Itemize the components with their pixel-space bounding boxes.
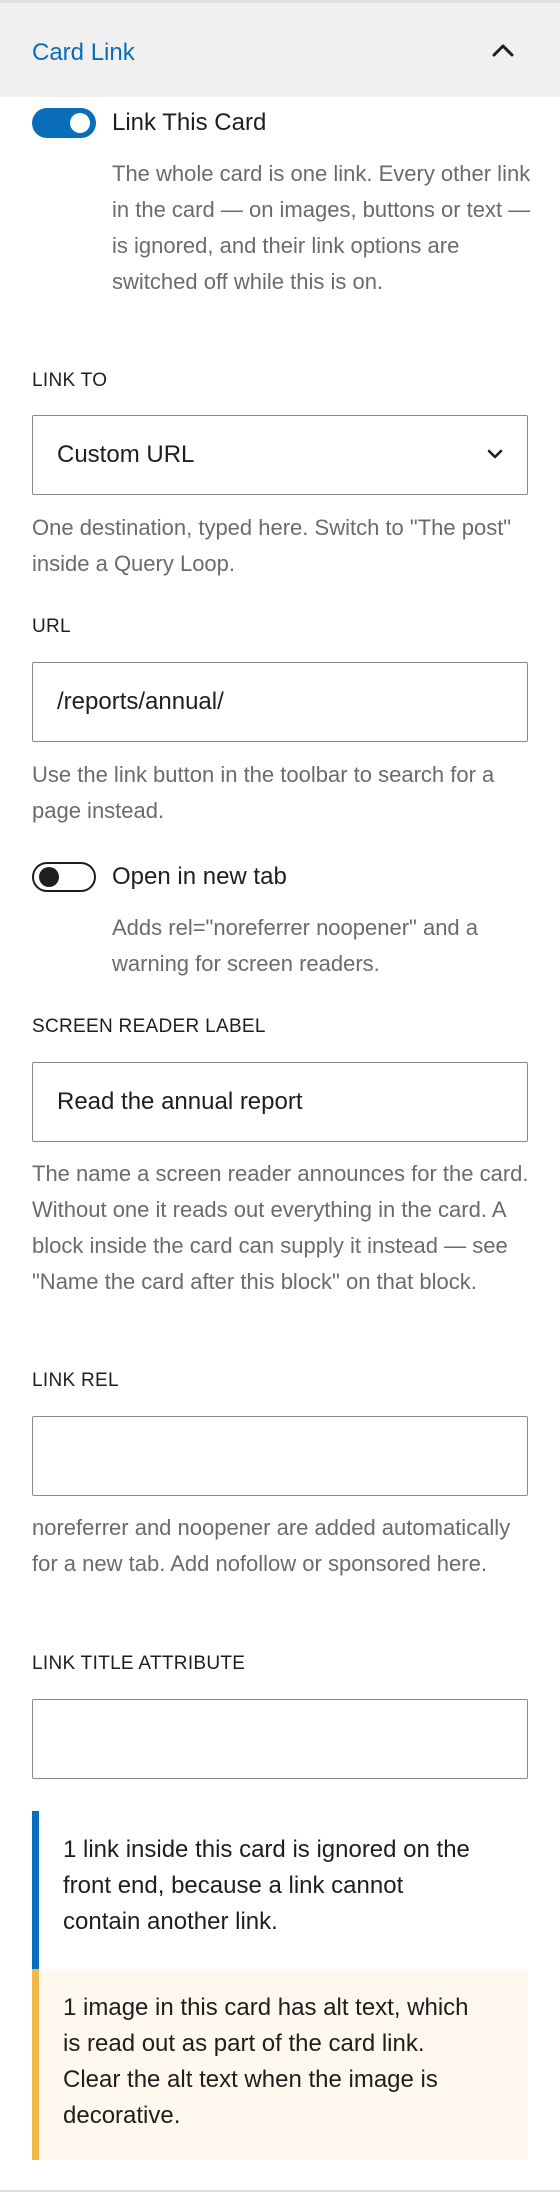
link-rel-label: LINK REL: [32, 1370, 119, 1391]
alt-text-warning-text: 1 image in this card has alt text, which…: [63, 1994, 469, 2129]
url-label: URL: [32, 616, 71, 637]
chevron-down-icon: [487, 449, 503, 459]
url-help: Use the link button in the toolbar to se…: [32, 762, 495, 823]
link-rel-help: noreferrer and noopener are added automa…: [32, 1515, 511, 1576]
bottom-divider: [0, 2190, 560, 2192]
link-title-label: LINK TITLE ATTRIBUTE: [32, 1653, 246, 1674]
link-to-value: Custom URL: [57, 441, 195, 468]
link-title-input[interactable]: [32, 1699, 528, 1779]
link-to-help: One destination, typed here. Switch to "…: [32, 515, 512, 576]
link-this-card-label: Link This Card: [112, 109, 267, 136]
url-input[interactable]: [32, 662, 528, 742]
warning-bar: [32, 1969, 39, 2160]
toggle-knob: [70, 113, 90, 133]
link-to-label: LINK TO: [32, 370, 108, 391]
toggle-knob: [39, 867, 59, 887]
link-this-card-help: The whole card is one link. Every other …: [112, 161, 531, 294]
chevron-up-icon[interactable]: [489, 39, 517, 61]
nested-link-notice: 1 link inside this card is ignored on th…: [32, 1811, 528, 1969]
panel-header[interactable]: Card Link: [0, 3, 560, 97]
card-link-panel: Card Link Link This Card The whole card …: [0, 0, 560, 2194]
link-rel-input[interactable]: [32, 1416, 528, 1496]
screen-reader-label-heading: SCREEN READER LABEL: [32, 1016, 266, 1037]
open-new-tab-help: Adds rel="noreferrer noopener" and a war…: [112, 915, 479, 976]
panel-title: Card Link: [32, 39, 135, 66]
info-bar: [32, 1811, 39, 1969]
screen-reader-label-input[interactable]: [32, 1062, 528, 1142]
screen-reader-label-help: The name a screen reader announces for t…: [32, 1161, 529, 1294]
open-new-tab-label: Open in new tab: [112, 863, 287, 890]
alt-text-warning-notice: 1 image in this card has alt text, which…: [32, 1969, 528, 2160]
open-new-tab-toggle[interactable]: [32, 862, 96, 892]
nested-link-notice-text: 1 link inside this card is ignored on th…: [63, 1836, 470, 1935]
link-this-card-toggle[interactable]: [32, 108, 96, 138]
link-to-select[interactable]: Custom URL: [32, 415, 528, 495]
